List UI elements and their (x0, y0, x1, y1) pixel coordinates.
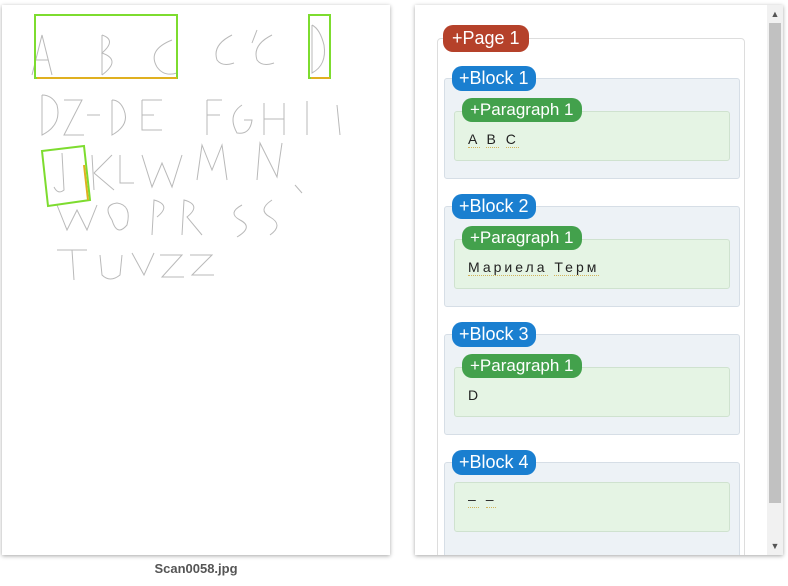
word[interactable]: D (468, 387, 481, 403)
paragraph-tag[interactable]: +Paragraph 1 (462, 98, 582, 122)
block-tag-1[interactable]: +Block 1 (452, 66, 536, 91)
image-filename: Scan0058.jpg (154, 561, 238, 576)
word[interactable]: Терм (554, 259, 600, 276)
paragraph-text: Мариела Терм (468, 259, 600, 276)
paragraph-1: – – (454, 482, 730, 532)
word[interactable]: C (505, 131, 519, 148)
block-3: D (444, 334, 740, 435)
scrollbar[interactable]: ▲ ▼ (767, 5, 783, 555)
scan-image (31, 14, 341, 281)
structure-panel[interactable]: +Page 1 A B C +Block 1 +Paragraph 1 Мари… (415, 5, 783, 555)
word-box-dash[interactable] (40, 144, 92, 208)
scrollbar-thumb[interactable] (769, 23, 781, 503)
triangle-down-icon[interactable]: ▼ (767, 539, 783, 553)
block-tag-3[interactable]: +Block 3 (452, 322, 536, 347)
page-tag[interactable]: +Page 1 (443, 25, 529, 52)
block-1: A B C (444, 78, 740, 179)
block-tag-4[interactable]: +Block 4 (452, 450, 536, 475)
word[interactable]: – (485, 491, 497, 508)
paragraph-text: A B C (468, 131, 519, 148)
paragraph-tag[interactable]: +Paragraph 1 (462, 226, 582, 250)
word[interactable]: – (468, 491, 479, 508)
paragraph-text: D (468, 387, 481, 403)
word-box-abc[interactable] (34, 14, 178, 79)
triangle-up-icon[interactable]: ▲ (767, 7, 783, 21)
scan-image-panel[interactable] (2, 5, 390, 555)
word[interactable]: A (468, 131, 480, 148)
block-tag-2[interactable]: +Block 2 (452, 194, 536, 219)
word[interactable]: B (486, 131, 499, 148)
block-2: Мариела Терм (444, 206, 740, 307)
paragraph-tag[interactable]: +Paragraph 1 (462, 354, 582, 378)
block-4: – – (444, 462, 740, 555)
word[interactable]: Мариела (468, 259, 548, 276)
paragraph-text: – – (468, 491, 497, 508)
